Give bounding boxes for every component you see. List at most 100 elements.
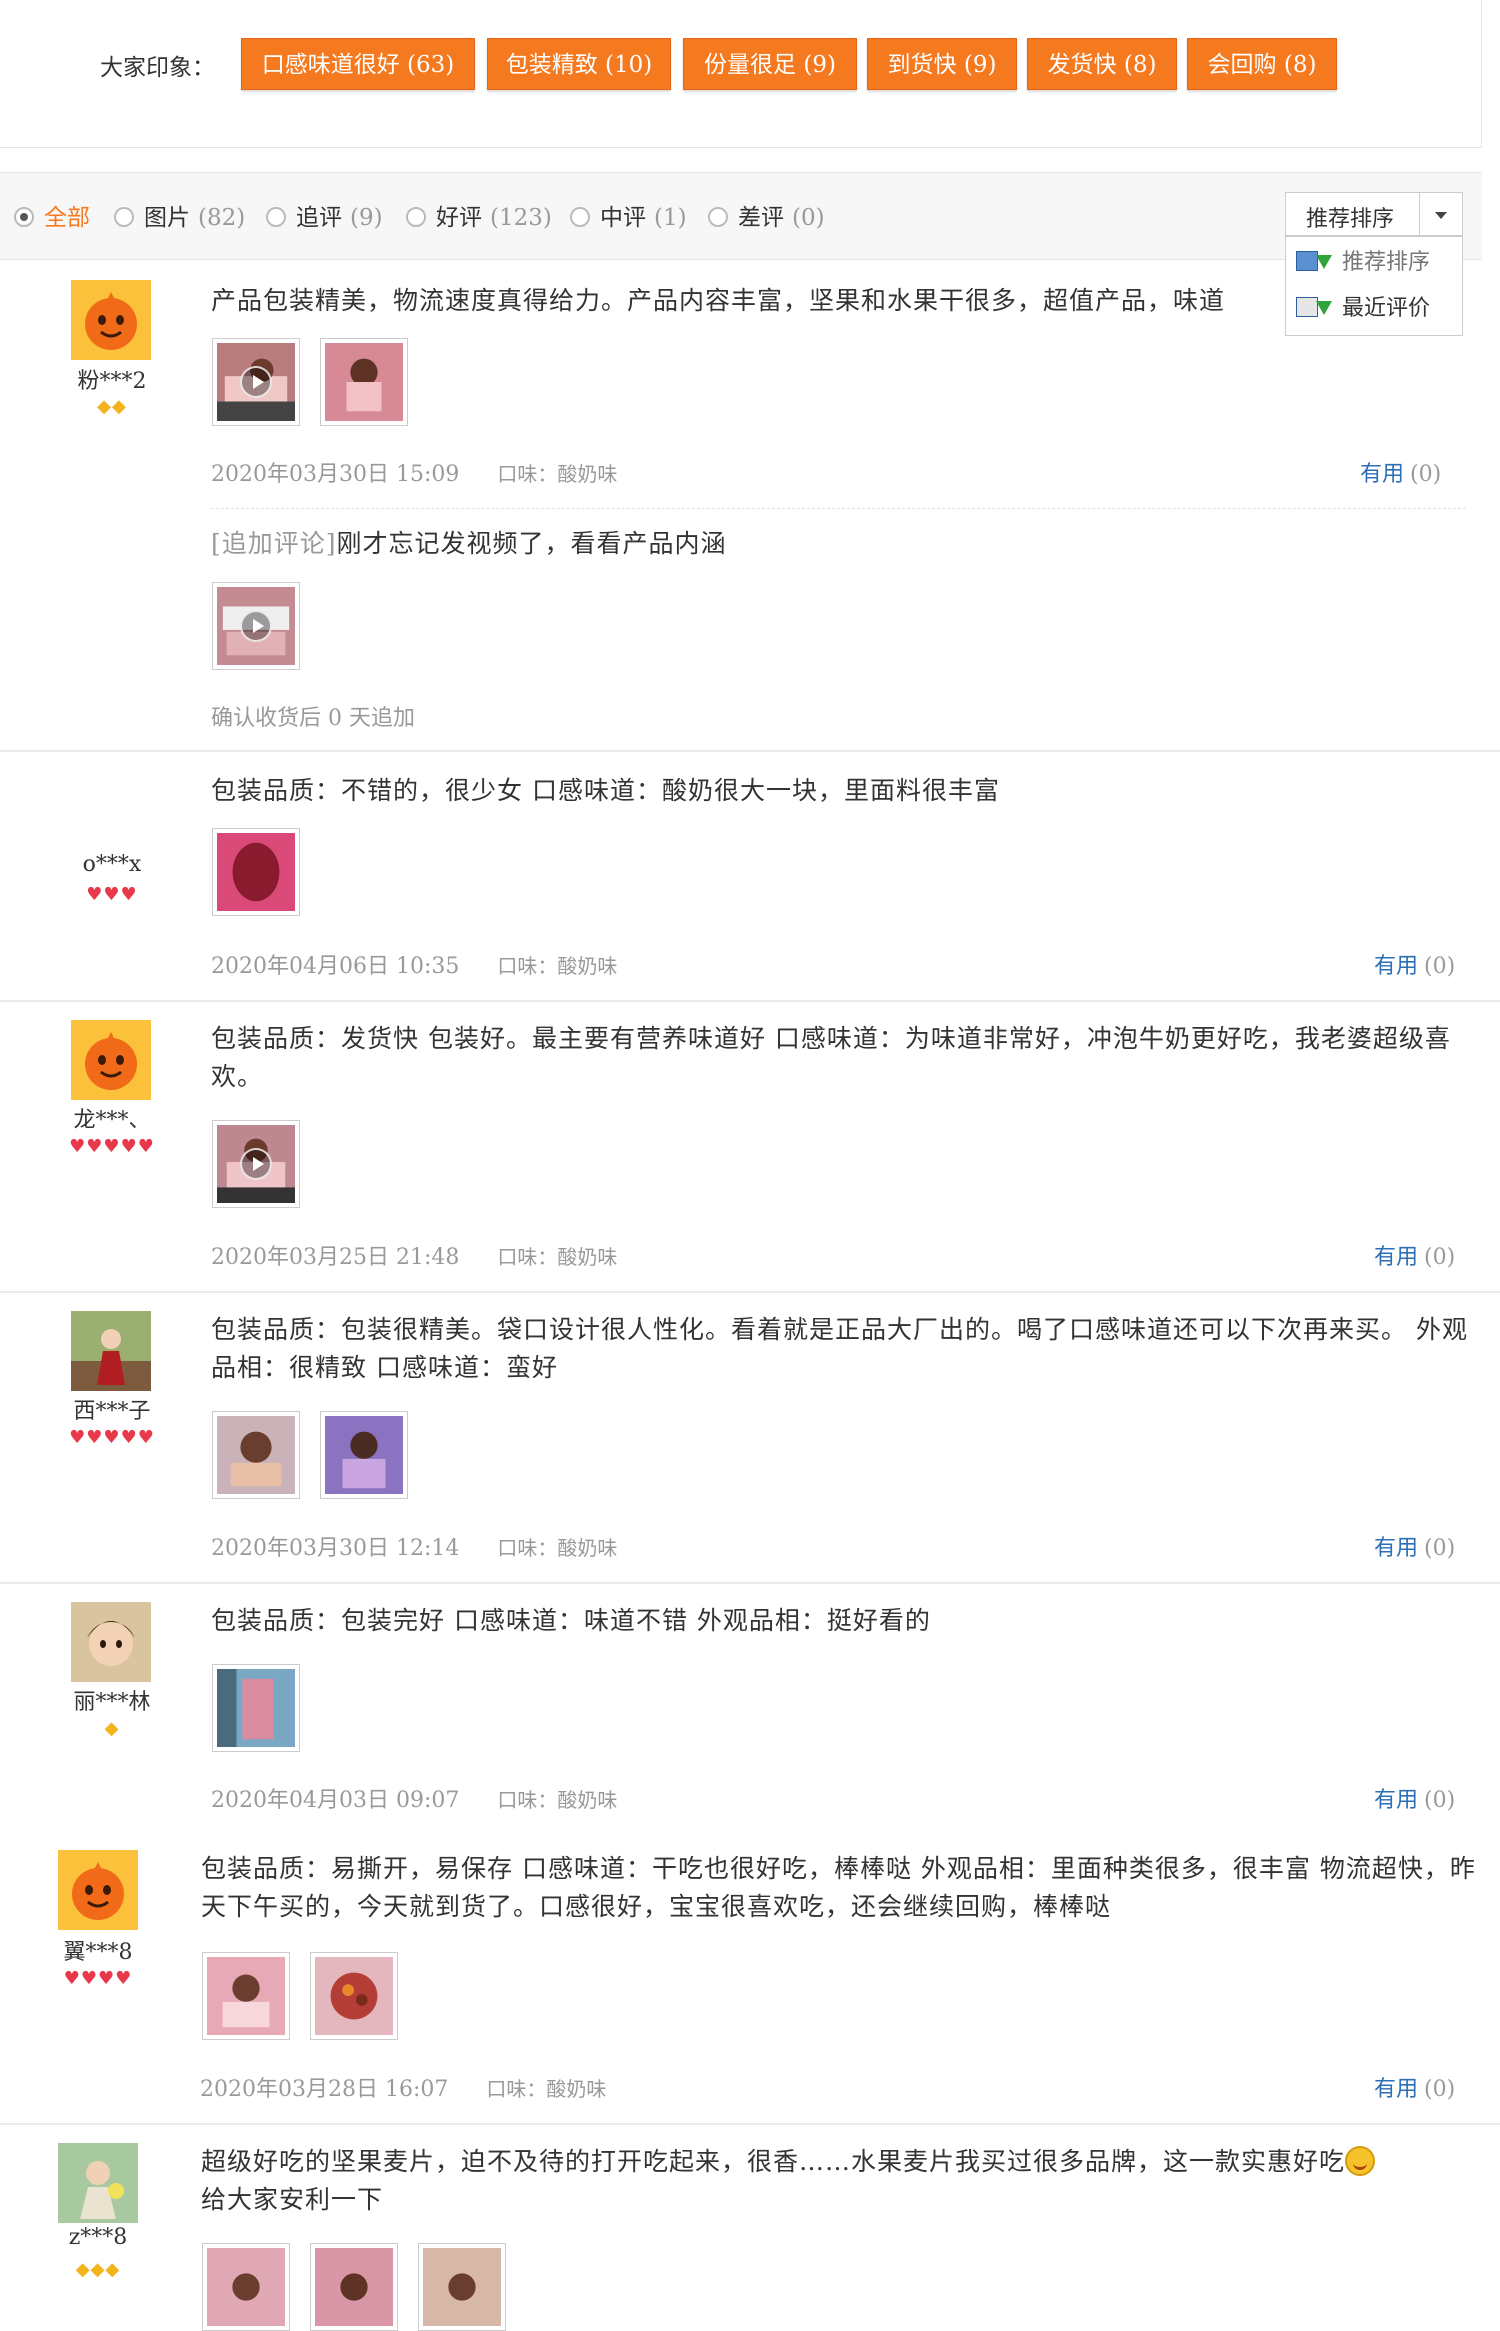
sort-option-recommended[interactable]: 推荐排序 [1296,241,1430,285]
reviewer-name: 翼***8 [63,1940,133,1965]
sort-current-label: 推荐排序 [1306,207,1395,232]
chevron-down-icon[interactable] [1419,193,1462,235]
useful-button[interactable]: 有用 (0) [1374,2071,1455,2103]
review-photo-thumbnail[interactable] [310,1952,398,2040]
reviewer-name: 西***子 [73,1399,151,1424]
impression-tag[interactable]: 发货快 (8) [1027,38,1177,90]
flavor-label: 口味：酸奶味 [486,2077,607,2101]
review-meta: 2020年03月28日 16:07 口味：酸奶味 [200,2071,606,2103]
reviewer-name: z***8 [68,2225,128,2250]
review-photo-thumbnail[interactable] [320,338,408,426]
useful-button[interactable]: 有用 (0) [1374,948,1455,980]
review-photo-thumbnail[interactable] [310,2243,398,2331]
avatar[interactable] [71,280,151,360]
review-text: 包装品质：包装很精美。袋口设计很人性化。看着就是正品大厂出的。喝了口感味道还可以… [211,1315,1468,1382]
radio-icon[interactable] [114,207,134,227]
impressions-panel: 大家印象： 口感味道很好 (63) 包装精致 (10) 份量很足 (9) 到货快… [0,0,1482,148]
photo-thumbnail-image [217,1416,295,1494]
review-text: 产品包装精美，物流速度真得给力。产品内容丰富，坚果和水果干很多，超值产品，味道 [211,286,1226,315]
review-text-line2: 给大家安利一下 [201,2185,384,2214]
review-divider [0,750,1500,752]
flavor-label: 口味：酸奶味 [497,1536,618,1560]
play-icon[interactable] [240,1148,272,1180]
avatar[interactable] [58,1850,138,1930]
useful-button[interactable]: 有用 (0) [1374,1239,1455,1271]
photo-thumbnail-image [315,2248,393,2326]
review-date: 2020年03月30日 15:09 [211,462,460,487]
impression-tag[interactable]: 份量很足 (9) [683,38,857,90]
avatar[interactable] [71,1020,151,1100]
useful-button[interactable]: 有用 (0) [1374,1782,1455,1814]
filter-positive[interactable]: 好评 (123) [406,198,552,232]
avatar[interactable] [71,1311,151,1391]
review-meta: 2020年03月25日 21:48 口味：酸奶味 [211,1239,617,1271]
photo-thumbnail-image [315,1957,393,2035]
member-level-icon: ♥♥♥ [86,884,138,905]
review-divider [0,2123,1500,2125]
review-meta: 2020年03月30日 15:09 口味：酸奶味 [211,456,617,488]
play-icon[interactable] [240,366,272,398]
radio-icon[interactable] [406,207,426,227]
review-photo-thumbnail[interactable] [212,1664,300,1752]
flavor-label: 口味：酸奶味 [497,462,618,486]
sort-menu: 推荐排序 最近评价 [1285,236,1463,336]
review-divider [0,1582,1500,1584]
photo-thumbnail-image [207,2248,285,2326]
photo-thumbnail-image [207,1957,285,2035]
radio-icon[interactable] [570,207,590,227]
sort-option-recent[interactable]: 最近评价 [1296,287,1430,331]
photo-thumbnail-image [423,2248,501,2326]
photo-thumbnail-image [217,1669,295,1747]
photo-thumbnail-image [217,833,295,911]
member-level-icon: ♥♥♥♥♥ [69,1136,155,1157]
member-level-icon: ◆◆◆ [75,2259,121,2280]
review-photo-thumbnail[interactable] [418,2243,506,2331]
impression-tag[interactable]: 到货快 (9) [867,38,1017,90]
sort-recommended-icon [1296,251,1334,273]
review-meta: 2020年03月30日 12:14 口味：酸奶味 [211,1530,617,1562]
review-meta: 2020年04月03日 09:07 口味：酸奶味 [211,1782,617,1814]
followup-text: [追加评论]刚才忘记发视频了，看看产品内涵 [211,529,727,558]
useful-button[interactable]: 有用 (0) [1360,456,1441,488]
review-date: 2020年04月06日 10:35 [211,954,460,979]
filter-images[interactable]: 图片 (82) [114,198,245,232]
filter-all[interactable]: 全部 [14,198,90,232]
radio-icon[interactable] [14,207,34,227]
review-photo-thumbnail[interactable] [320,1411,408,1499]
impression-tag[interactable]: 口感味道很好 (63) [241,38,475,90]
review-video-thumbnail[interactable] [212,1120,300,1208]
play-icon[interactable] [240,610,272,642]
member-level-icon: ♥♥♥♥♥ [69,1427,155,1448]
flavor-label: 口味：酸奶味 [497,1788,618,1812]
avatar[interactable] [58,2143,138,2223]
filter-negative[interactable]: 差评 (0) [708,198,825,232]
radio-icon[interactable] [708,207,728,227]
avatar[interactable] [71,1602,151,1682]
flavor-label: 口味：酸奶味 [497,1245,618,1269]
member-level-icon: ◆◆ [97,396,127,417]
sort-recent-icon [1296,297,1334,319]
review-date: 2020年04月03日 09:07 [211,1788,460,1813]
review-filter-bar: 全部 图片 (82) 追评 (9) 好评 (123) 中评 (1) 差评 (0) [0,172,1482,260]
followup-divider [211,508,1466,509]
impression-tag[interactable]: 会回购 (8) [1187,38,1337,90]
review-video-thumbnail[interactable] [212,338,300,426]
radio-icon[interactable] [266,207,286,227]
smiley-emoji-icon [1345,2146,1376,2176]
sort-select[interactable]: 推荐排序 [1285,192,1463,236]
review-divider [0,1000,1500,1002]
review-photo-thumbnail[interactable] [212,1411,300,1499]
review-date: 2020年03月30日 12:14 [211,1536,460,1561]
member-level-icon: ◆ [104,1718,120,1739]
review-photo-thumbnail[interactable] [202,2243,290,2331]
useful-button[interactable]: 有用 (0) [1374,1530,1455,1562]
review-photo-thumbnail[interactable] [202,1952,290,2040]
filter-neutral[interactable]: 中评 (1) [570,198,687,232]
impression-tag[interactable]: 包装精致 (10) [487,38,671,90]
review-text: 包装品质：包装完好 口感味道：味道不错 外观品相：挺好看的 [211,1606,931,1635]
review-photo-thumbnail[interactable] [212,828,300,916]
review-date: 2020年03月28日 16:07 [200,2077,449,2102]
followup-video-thumbnail[interactable] [212,582,300,670]
followup-note: 确认收货后 0 天追加 [211,706,415,731]
filter-followup[interactable]: 追评 (9) [266,198,383,232]
